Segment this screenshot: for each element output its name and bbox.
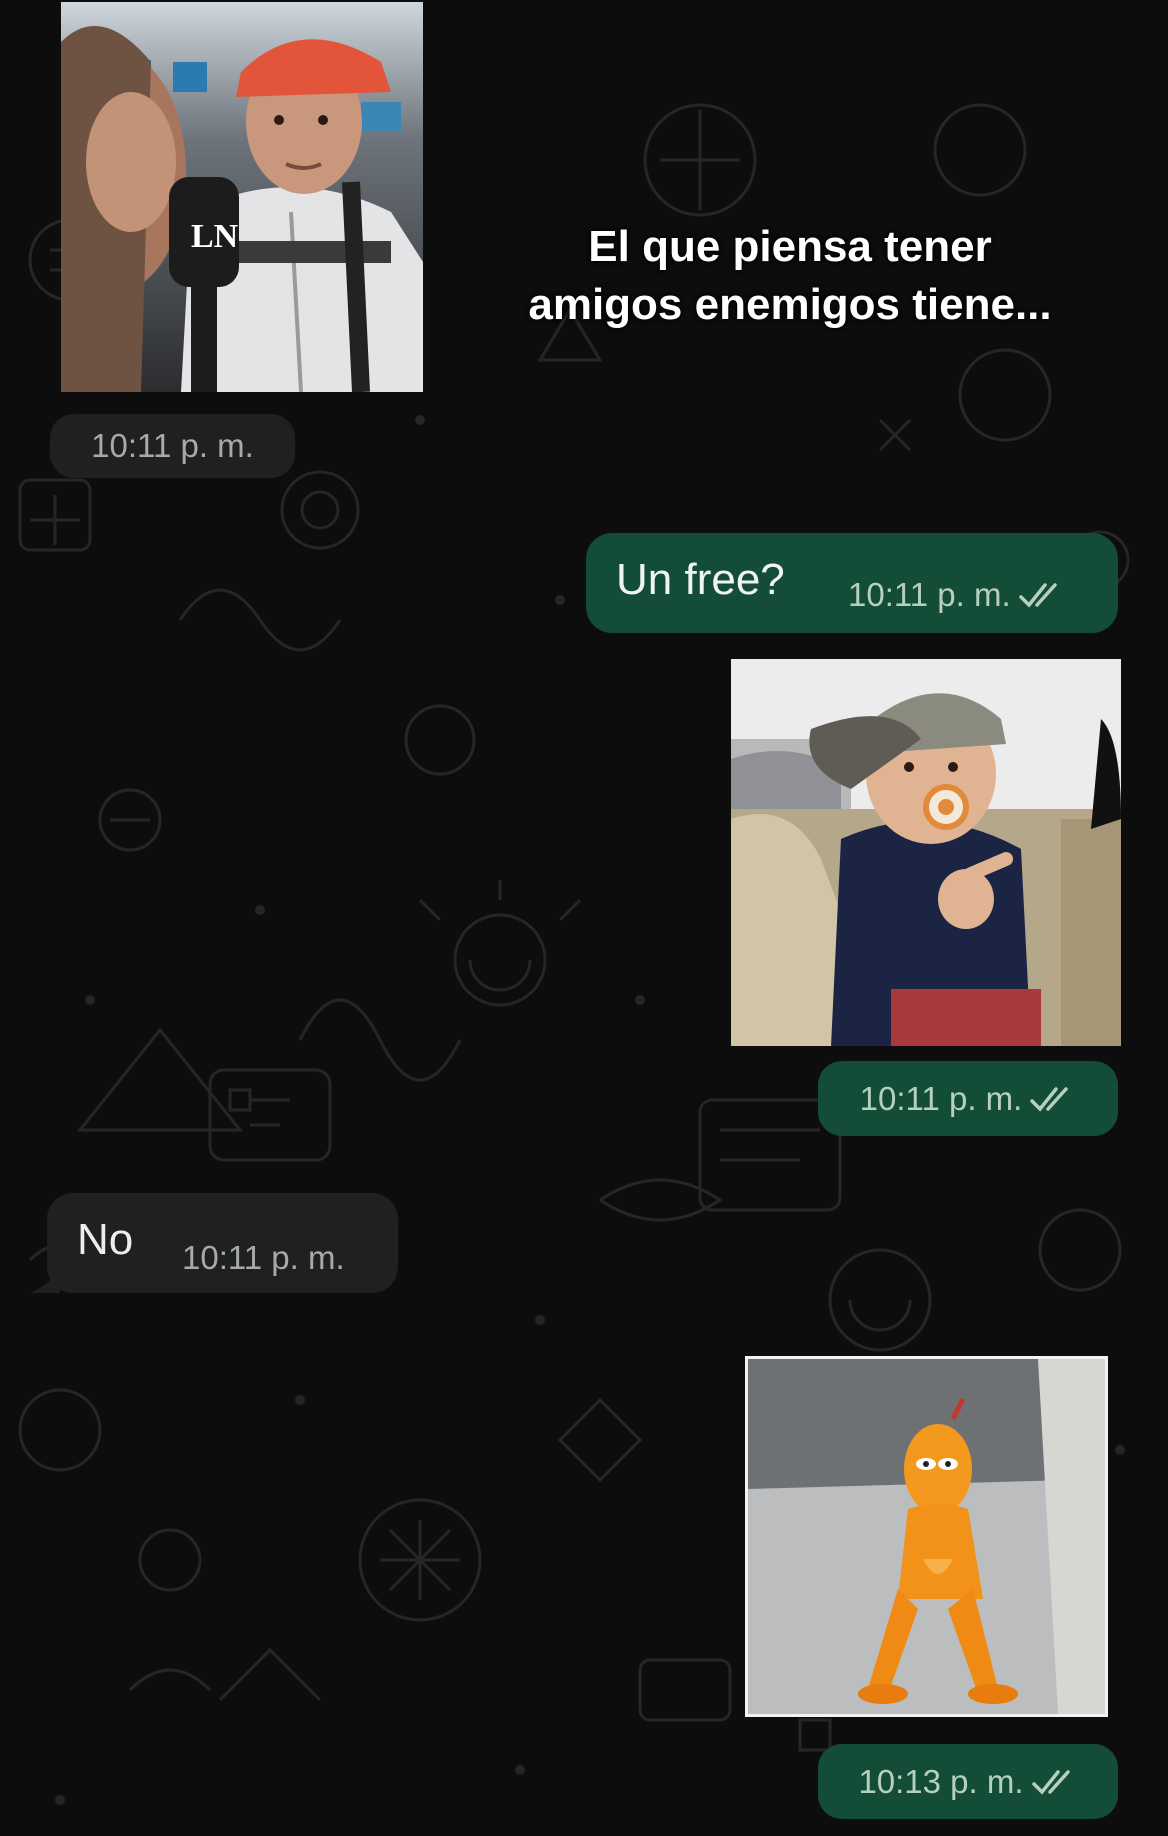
timestamp: 10:11 p. m.	[859, 1079, 1023, 1117]
image-caption-overlay: El que piensa tener amigos enemigos tien…	[500, 218, 1080, 334]
timestamp: 10:11 p. m.	[848, 576, 1011, 613]
chat-view: LN El que piensa tener amigos enemigos t…	[0, 0, 1168, 1836]
message-text: No	[77, 1215, 134, 1264]
message-meta: 10:11 p. m.	[848, 576, 1065, 614]
outgoing-sticker[interactable]	[745, 1356, 1108, 1717]
caption-line-1: El que piensa tener	[588, 222, 992, 271]
caption-line-2: amigos enemigos tiene...	[528, 280, 1052, 329]
double-check-icon	[1031, 1769, 1070, 1795]
timestamp: 10:13 p. m.	[858, 1762, 1024, 1800]
outgoing-sticker-time: 10:13 p. m.	[818, 1744, 1118, 1819]
timestamp: 10:11 p. m.	[182, 1239, 345, 1276]
incoming-message-bubble[interactable]: No 10:11 p. m.	[47, 1193, 398, 1293]
mic-logo-text: LN	[191, 218, 239, 255]
double-check-icon	[1018, 583, 1057, 608]
double-check-icon	[1030, 1086, 1069, 1112]
outgoing-image-time: 10:11 p. m.	[818, 1061, 1118, 1136]
message-meta: 10:11 p. m.	[182, 1239, 345, 1277]
incoming-image-interview[interactable]: LN	[61, 2, 423, 392]
timestamp: 10:11 p. m.	[91, 427, 254, 464]
bubble-tail	[30, 1266, 60, 1293]
message-text: Un free?	[616, 555, 785, 604]
outgoing-message-bubble[interactable]: Un free? 10:11 p. m.	[586, 533, 1118, 633]
outgoing-image-toddler[interactable]	[731, 659, 1121, 1046]
incoming-image-time: 10:11 p. m.	[50, 414, 295, 478]
